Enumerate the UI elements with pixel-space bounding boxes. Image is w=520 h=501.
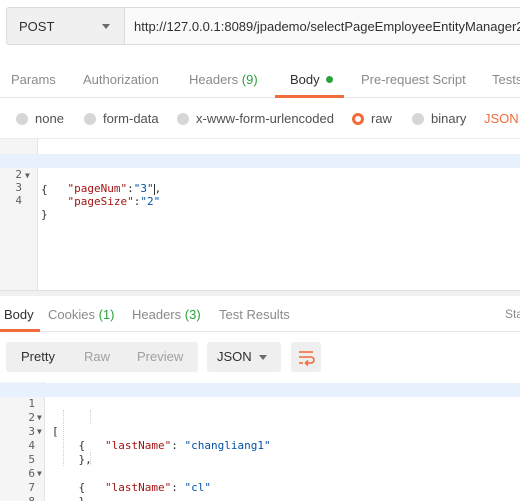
code-line-active: 1 ▼ [ <box>0 383 520 438</box>
headers-count: (9) <box>241 72 258 87</box>
code-line: 3 "lastName": "changliang1" <box>0 411 520 452</box>
code-line: 4 }, <box>0 425 520 466</box>
code-text: } <box>41 208 48 221</box>
code-text: } <box>52 495 85 501</box>
tab-tests[interactable]: Tests <box>492 72 520 87</box>
body-type-options: none form-data x-www-form-urlencoded raw… <box>0 99 520 137</box>
code-line: 1 ▼ { <box>0 141 520 196</box>
radio-icon <box>16 112 28 125</box>
url-text: http://127.0.0.1:8089/jpademo/selectPage… <box>134 19 520 34</box>
radio-raw[interactable]: raw <box>352 111 392 126</box>
request-body-editor[interactable]: 1 ▼ { 2 "pageNum":"3", 3 "pageSize":"2" … <box>0 138 520 290</box>
code-line: 5 ▼ { <box>0 439 520 494</box>
response-toolbar: Pretty Raw Preview JSON <box>0 333 520 381</box>
active-tab-indicator <box>275 95 344 98</box>
code-line-active: 2 "pageNum":"3", <box>0 154 520 195</box>
code-line: 8 ] <box>0 481 520 501</box>
resp-tab-headers-label: Headers <box>132 307 182 322</box>
method-select[interactable]: POST <box>6 7 124 45</box>
cookies-count: (1) <box>98 307 115 322</box>
json-key: "pageSize" <box>67 195 134 208</box>
radio-icon <box>412 112 424 125</box>
code-line: 4 } <box>0 180 520 221</box>
code-line: 7 } <box>0 467 520 501</box>
wrap-lines-icon <box>299 351 315 367</box>
response-body-viewer[interactable]: 1 ▼ [ 2 ▼ { 3 "lastName": "changliang1" … <box>0 382 520 501</box>
radio-form-data-label: form-data <box>103 111 159 126</box>
radio-binary[interactable]: binary <box>412 111 466 126</box>
tab-body-label: Body <box>290 72 320 87</box>
code-line: 3 "pageSize":"2" <box>0 167 520 208</box>
tab-headers-label: Headers <box>189 72 239 87</box>
resp-tab-cookies[interactable]: Cookies (1) <box>48 307 114 322</box>
radio-raw-label: raw <box>371 111 392 126</box>
radio-checked-icon <box>352 112 364 125</box>
tab-headers[interactable]: Headers (9) <box>189 72 258 87</box>
radio-form-data[interactable]: form-data <box>84 111 159 126</box>
raw-button[interactable]: Raw <box>84 349 110 364</box>
radio-none[interactable]: none <box>16 111 64 126</box>
code-line: 6 "lastName": "cl" <box>0 453 520 494</box>
line-number: 4 <box>15 194 22 207</box>
content-type-dropdown[interactable]: JSON (a <box>484 111 520 126</box>
body-indicator-dot <box>325 76 333 84</box>
response-tabs: Body Cookies (1) Headers (3) Test Result… <box>0 296 520 332</box>
resp-tab-headers[interactable]: Headers (3) <box>132 307 201 322</box>
radio-binary-label: binary <box>431 111 467 126</box>
request-tabs: Params Authorization Headers (9) Body Pr… <box>0 60 520 98</box>
tab-body[interactable]: Body <box>290 72 333 87</box>
format-select[interactable]: JSON <box>207 342 281 372</box>
chevron-down-icon <box>102 24 110 29</box>
tab-prerequest-script[interactable]: Pre-request Script <box>361 72 466 87</box>
tab-params[interactable]: Params <box>11 72 56 87</box>
resp-tab-cookies-label: Cookies <box>48 307 95 322</box>
radio-icon <box>177 112 189 125</box>
line-number: 8 <box>0 495 35 501</box>
tab-authorization[interactable]: Authorization <box>83 72 159 87</box>
method-label: POST <box>19 19 55 34</box>
pretty-button[interactable]: Pretty <box>21 349 55 364</box>
chevron-down-icon <box>259 355 267 360</box>
active-resp-tab-indicator <box>0 329 40 332</box>
format-label: JSON <box>217 349 252 364</box>
wrap-lines-button[interactable] <box>291 342 321 372</box>
view-mode-group: Pretty Raw Preview <box>6 342 198 372</box>
request-bar: POST http://127.0.0.1:8089/jpademo/selec… <box>0 0 520 56</box>
url-input[interactable]: http://127.0.0.1:8089/jpademo/selectPage… <box>124 7 520 45</box>
radio-urlencoded-label: x-www-form-urlencoded <box>196 111 334 126</box>
preview-button[interactable]: Preview <box>137 349 183 364</box>
radio-urlencoded[interactable]: x-www-form-urlencoded <box>177 111 334 126</box>
status-label: Sta <box>505 307 520 321</box>
resp-headers-count: (3) <box>184 307 201 322</box>
radio-none-label: none <box>35 111 64 126</box>
resp-tab-test-results[interactable]: Test Results <box>219 307 290 322</box>
json-value: "2" <box>140 195 161 208</box>
radio-icon <box>84 112 96 125</box>
resp-tab-body[interactable]: Body <box>4 307 34 322</box>
code-text: "pageSize":"2" <box>67 195 161 208</box>
code-line: 2 ▼ { <box>0 397 520 452</box>
